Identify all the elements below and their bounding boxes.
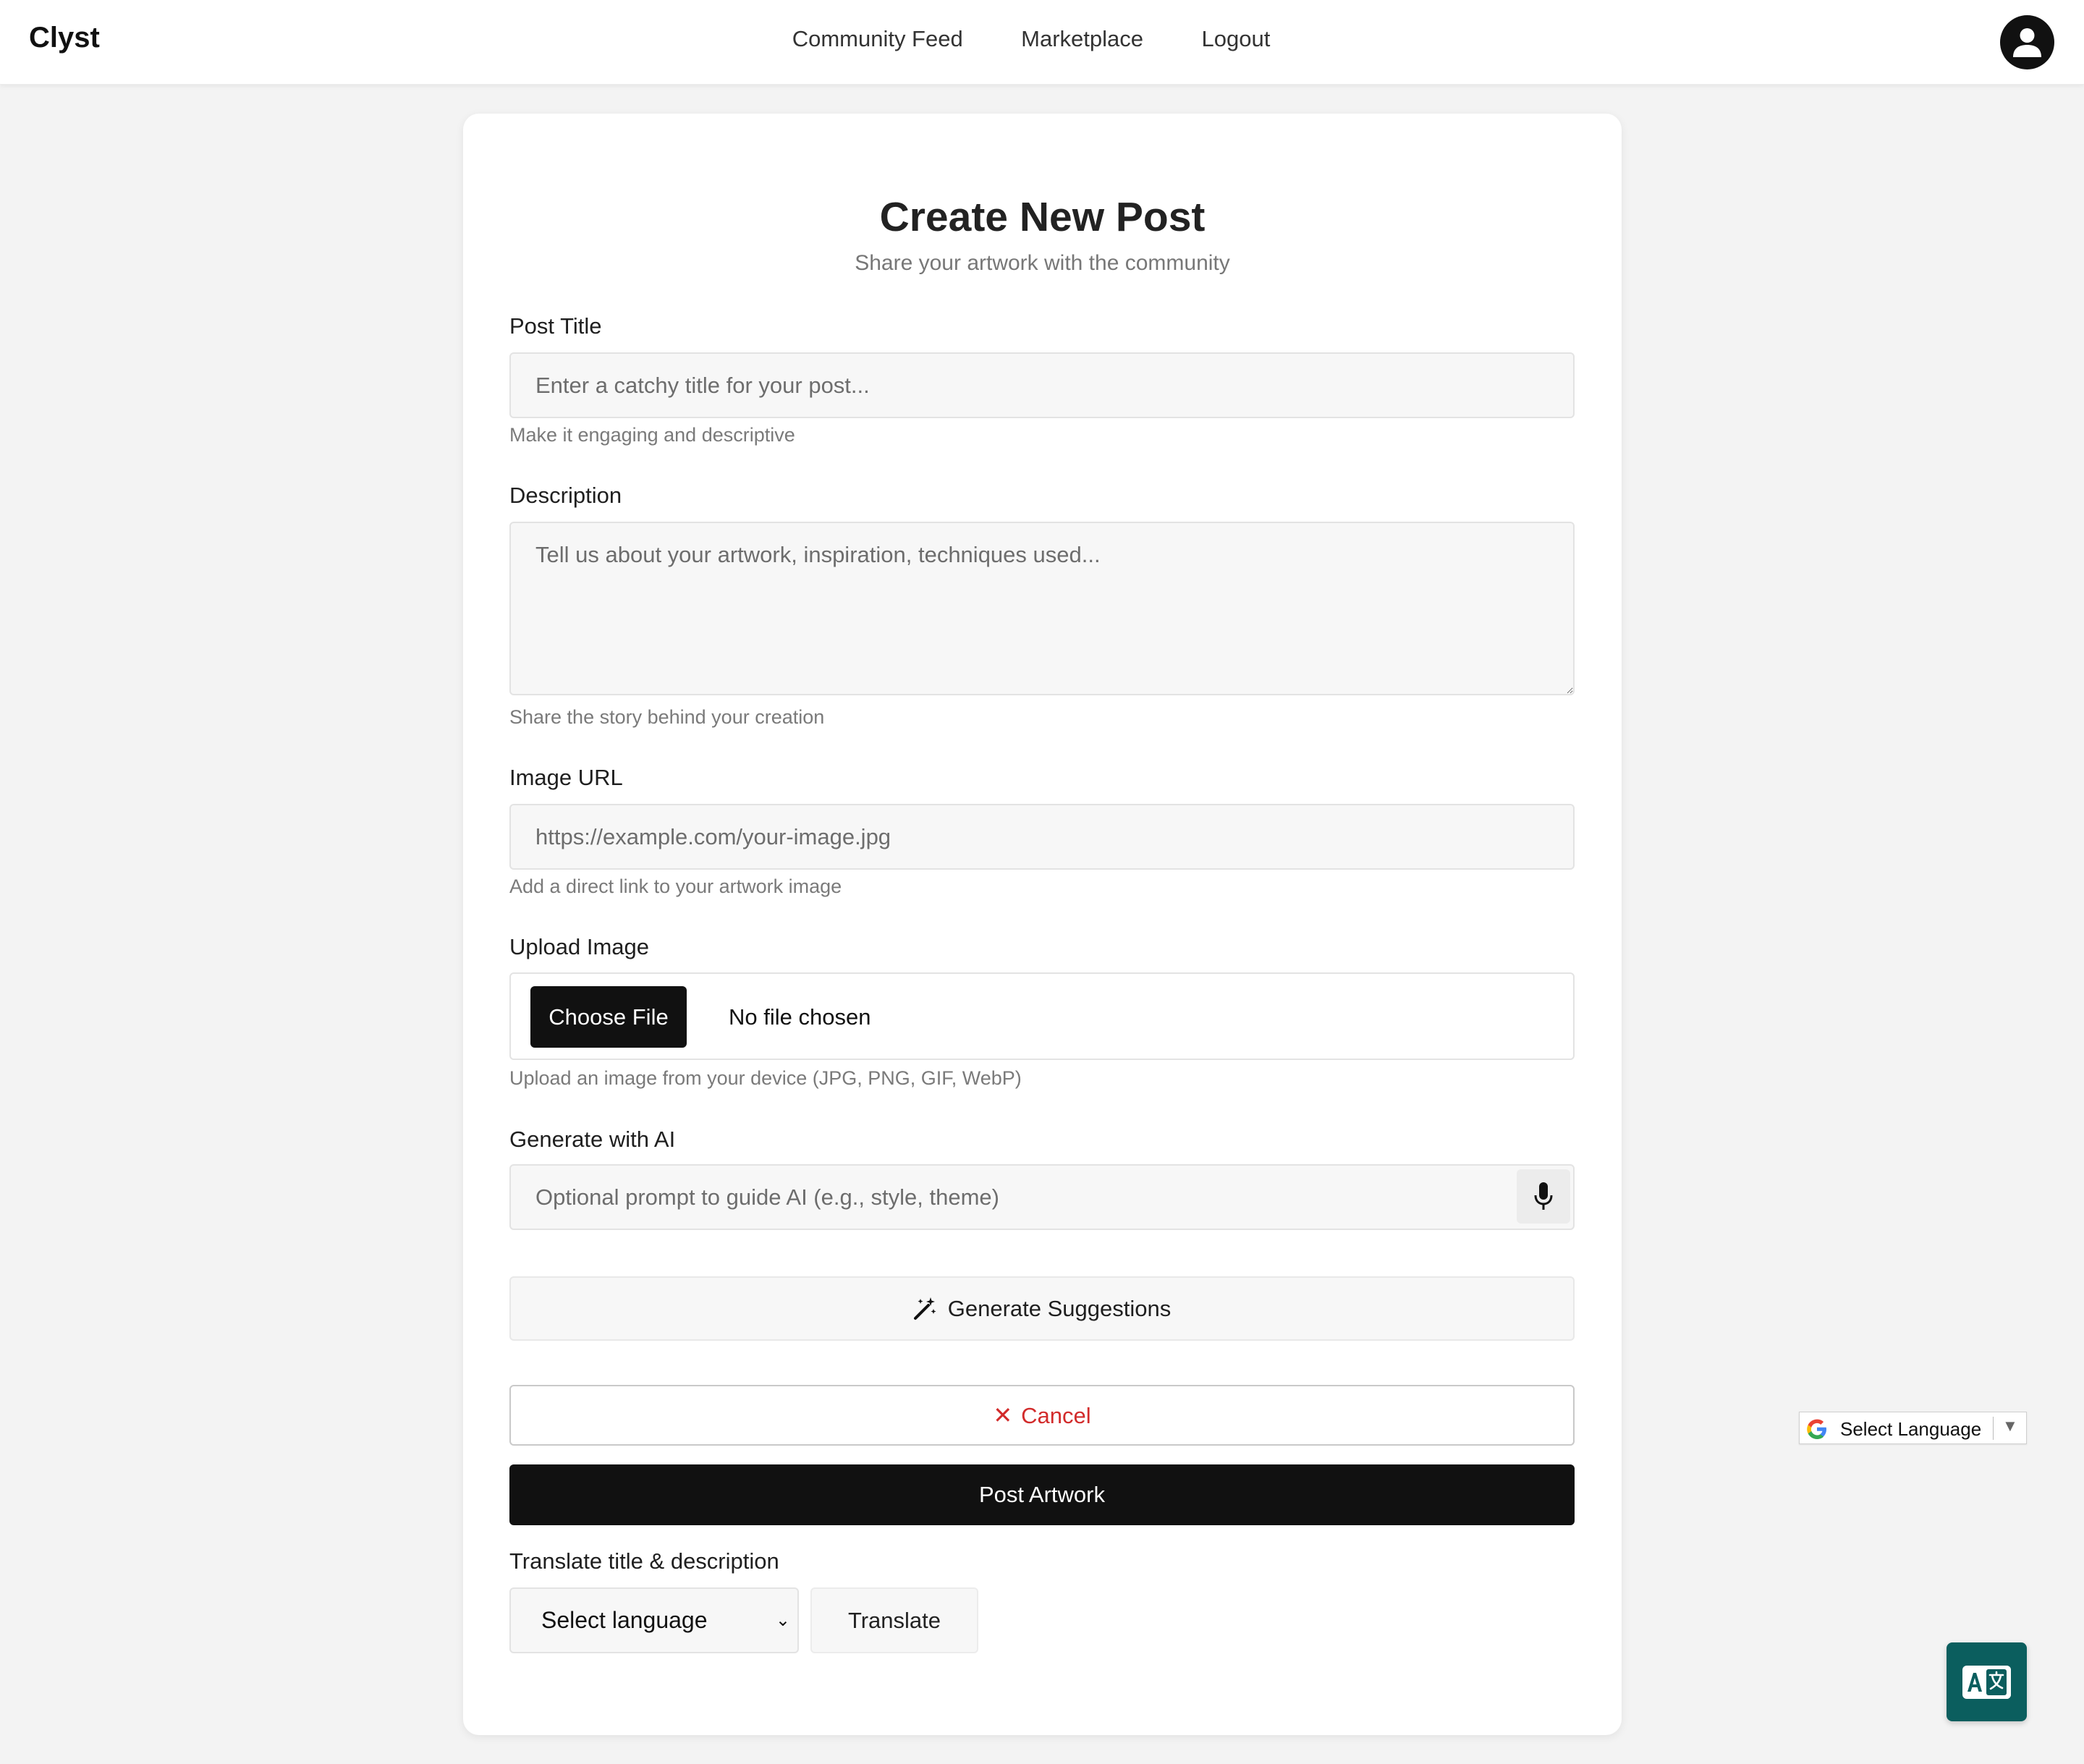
post-title-hint: Make it engaging and descriptive — [509, 424, 795, 446]
google-translate-label: Select Language — [1840, 1418, 1982, 1440]
magic-wand-icon — [913, 1297, 936, 1320]
cancel-label: Cancel — [1021, 1403, 1091, 1428]
create-post-card: Create New Post Share your artwork with … — [463, 114, 1622, 1735]
description-hint: Share the story behind your creation — [509, 706, 825, 728]
chevron-down-icon: ⌄ — [775, 1611, 790, 1630]
file-status-text: No file chosen — [729, 1004, 871, 1030]
translate-fab-button[interactable] — [1947, 1642, 2027, 1721]
ai-prompt-field — [509, 1164, 1575, 1230]
divider — [1993, 1417, 1994, 1440]
language-select-value: Select language — [541, 1607, 708, 1633]
image-url-hint: Add a direct link to your artwork image — [509, 875, 842, 897]
choose-file-button[interactable]: Choose File — [530, 986, 687, 1048]
file-upload-field[interactable]: Choose File No file chosen — [509, 972, 1575, 1060]
google-translate-select[interactable]: Select Language ▼ — [1799, 1412, 2027, 1444]
page-title: Create New Post — [879, 194, 1206, 240]
account-circle-icon — [2013, 28, 2041, 57]
ai-prompt-input[interactable] — [509, 1164, 1575, 1230]
post-title-label: Post Title — [509, 313, 602, 339]
generate-suggestions-button[interactable]: Generate Suggestions — [509, 1276, 1575, 1341]
image-url-input[interactable] — [509, 804, 1575, 870]
page-subtitle: Share your artwork with the community — [855, 251, 1230, 275]
cancel-button[interactable]: ✕ Cancel — [509, 1385, 1575, 1446]
voice-input-button[interactable] — [1517, 1169, 1570, 1224]
upload-image-hint: Upload an image from your device (JPG, P… — [509, 1067, 1022, 1089]
main-nav: Community Feed Marketplace Logout — [0, 26, 2084, 52]
generate-ai-label: Generate with AI — [509, 1127, 676, 1152]
google-logo-icon — [1807, 1419, 1826, 1439]
nav-logout[interactable]: Logout — [1201, 26, 1270, 52]
translate-icon — [1962, 1666, 2011, 1699]
close-icon: ✕ — [993, 1402, 1013, 1428]
post-title-input[interactable] — [509, 352, 1575, 418]
nav-community-feed[interactable]: Community Feed — [792, 26, 963, 52]
generate-suggestions-label: Generate Suggestions — [947, 1296, 1172, 1321]
microphone-icon — [1534, 1182, 1553, 1210]
translate-button[interactable]: Translate — [810, 1587, 978, 1653]
language-select[interactable]: Select language ⌄ — [509, 1587, 799, 1653]
caret-down-icon: ▼ — [2002, 1417, 2018, 1435]
translate-label: Translate title & description — [509, 1548, 779, 1574]
image-url-label: Image URL — [509, 765, 623, 790]
description-label: Description — [509, 483, 622, 508]
description-textarea[interactable] — [509, 522, 1575, 695]
post-artwork-button[interactable]: Post Artwork — [509, 1464, 1575, 1525]
top-navbar: Clyst Community Feed Marketplace Logout — [0, 0, 2084, 85]
account-avatar-button[interactable] — [2000, 15, 2054, 69]
nav-marketplace[interactable]: Marketplace — [1021, 26, 1143, 52]
upload-image-label: Upload Image — [509, 934, 650, 959]
